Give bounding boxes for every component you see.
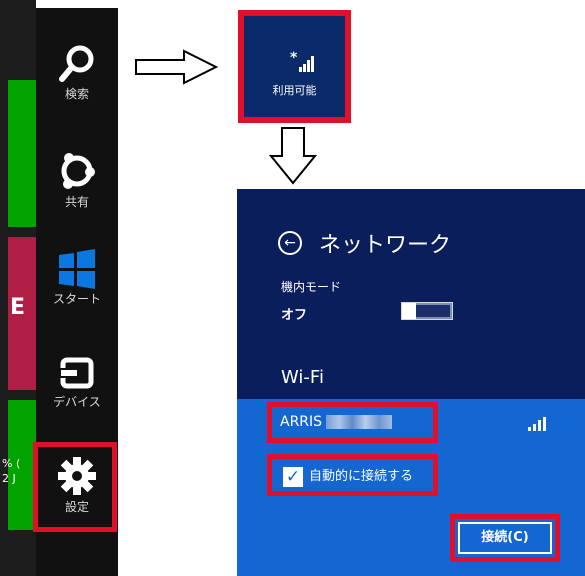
wifi-signal-available-icon: *: [290, 50, 314, 72]
charm-label: 検索: [64, 87, 89, 101]
auto-connect-checkbox[interactable]: ✓: [283, 467, 303, 487]
arrow-right-icon: [135, 49, 219, 85]
charm-search[interactable]: 検索: [36, 44, 118, 102]
page-title: ネットワーク: [319, 233, 452, 258]
charm-start[interactable]: スタート: [36, 249, 118, 307]
tile-text: 2 J: [2, 472, 16, 485]
charm-label: スタート: [52, 292, 101, 306]
gear-icon: [58, 457, 96, 495]
airplane-mode-value: オフ: [281, 308, 308, 323]
devices-icon: [59, 357, 94, 389]
charm-devices[interactable]: デバイス: [36, 356, 118, 410]
share-icon: [61, 153, 95, 189]
airplane-mode-label: 機内モード: [281, 280, 342, 294]
charm-label: 設定: [64, 500, 89, 514]
back-arrow-icon: ←: [284, 235, 296, 251]
start-tile[interactable]: % ( 2 J: [2, 400, 36, 530]
windows-logo-icon: [59, 249, 95, 289]
network-status: 利用可能: [272, 84, 317, 97]
tile-glyph: E: [10, 295, 26, 320]
wifi-section-label: Wi-Fi: [281, 367, 324, 388]
network-name: ARRIS: [280, 414, 323, 430]
charm-share[interactable]: 共有: [36, 150, 118, 210]
toggle-knob: [402, 303, 416, 319]
start-tile[interactable]: E: [8, 237, 36, 390]
start-tile[interactable]: [8, 80, 36, 227]
toggle-track: [416, 305, 450, 317]
charm-label: デバイス: [53, 395, 101, 409]
charm-settings[interactable]: 設定: [36, 455, 118, 515]
network-name-redacted: [326, 415, 392, 429]
back-button[interactable]: ←: [278, 231, 302, 255]
airplane-mode-toggle[interactable]: [401, 302, 453, 320]
tile-text: % (: [2, 457, 21, 470]
charm-label: 共有: [64, 195, 89, 209]
start-screen-edge: E % ( 2 J: [0, 0, 36, 576]
arrow-down-icon: [268, 127, 318, 185]
checkmark-icon: ✓: [285, 467, 301, 487]
svg-text:*: *: [290, 50, 298, 66]
connect-button[interactable]: 接続(C): [458, 522, 552, 554]
signal-strength-icon: [528, 417, 546, 431]
search-icon: [59, 45, 94, 82]
network-tile[interactable]: * 利用可能: [238, 10, 351, 123]
auto-connect-label[interactable]: 自動的に接続する: [309, 465, 413, 484]
